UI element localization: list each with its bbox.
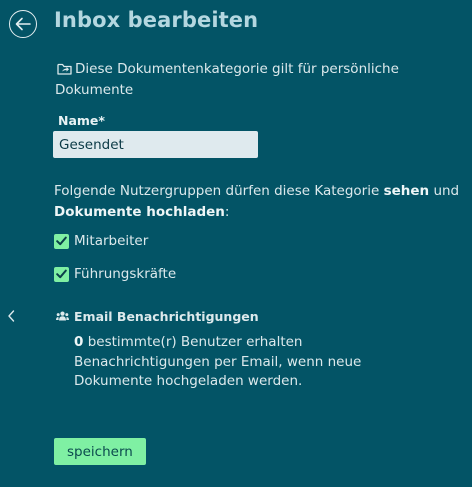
checkmark-icon xyxy=(56,236,67,246)
name-label: Name* xyxy=(58,113,105,128)
users-icon xyxy=(56,309,69,324)
groups-intro-middle: und xyxy=(429,183,460,199)
email-heading-text: Email Benachrichtigungen xyxy=(74,309,259,324)
folder-share-icon xyxy=(57,62,72,81)
checkbox-label-fuehrungskraefte: Führungskräfte xyxy=(74,266,177,282)
groups-intro-bold-see: sehen xyxy=(383,183,430,199)
checkmark-icon xyxy=(56,269,67,279)
user-groups-description: Folgende Nutzergruppen dürfen diese Kate… xyxy=(54,181,464,223)
recipient-count: 0 xyxy=(74,334,84,350)
checkbox-fuehrungskraefte[interactable] xyxy=(54,266,69,282)
email-notifications-heading: Email Benachrichtigungen xyxy=(56,309,259,324)
name-input[interactable] xyxy=(53,131,258,158)
chevron-left-icon[interactable] xyxy=(6,308,16,327)
checkbox-row-mitarbeiter[interactable]: Mitarbeiter xyxy=(54,233,148,249)
category-info: Diese Dokumentenkategorie gilt für persö… xyxy=(55,60,415,100)
back-button[interactable] xyxy=(9,10,37,38)
checkbox-label-mitarbeiter: Mitarbeiter xyxy=(74,233,149,249)
email-notifications-text: 0 bestimmte(r) Benutzer erhalten Benachr… xyxy=(74,333,404,392)
category-info-text: Diese Dokumentenkategorie gilt für persö… xyxy=(55,61,399,98)
groups-intro-bold-upload: Dokumente hochladen xyxy=(54,204,225,220)
arrow-left-icon xyxy=(15,17,31,31)
groups-intro-end: : xyxy=(224,204,230,220)
checkbox-mitarbeiter[interactable] xyxy=(54,233,69,249)
save-button[interactable]: speichern xyxy=(54,438,146,465)
groups-intro-text: Folgende Nutzergruppen dürfen diese Kate… xyxy=(54,183,384,199)
email-description: bestimmte(r) Benutzer erhalten Benachric… xyxy=(74,334,362,389)
page-title: Inbox bearbeiten xyxy=(54,8,259,32)
checkbox-row-fuehrungskraefte[interactable]: Führungskräfte xyxy=(54,266,176,282)
